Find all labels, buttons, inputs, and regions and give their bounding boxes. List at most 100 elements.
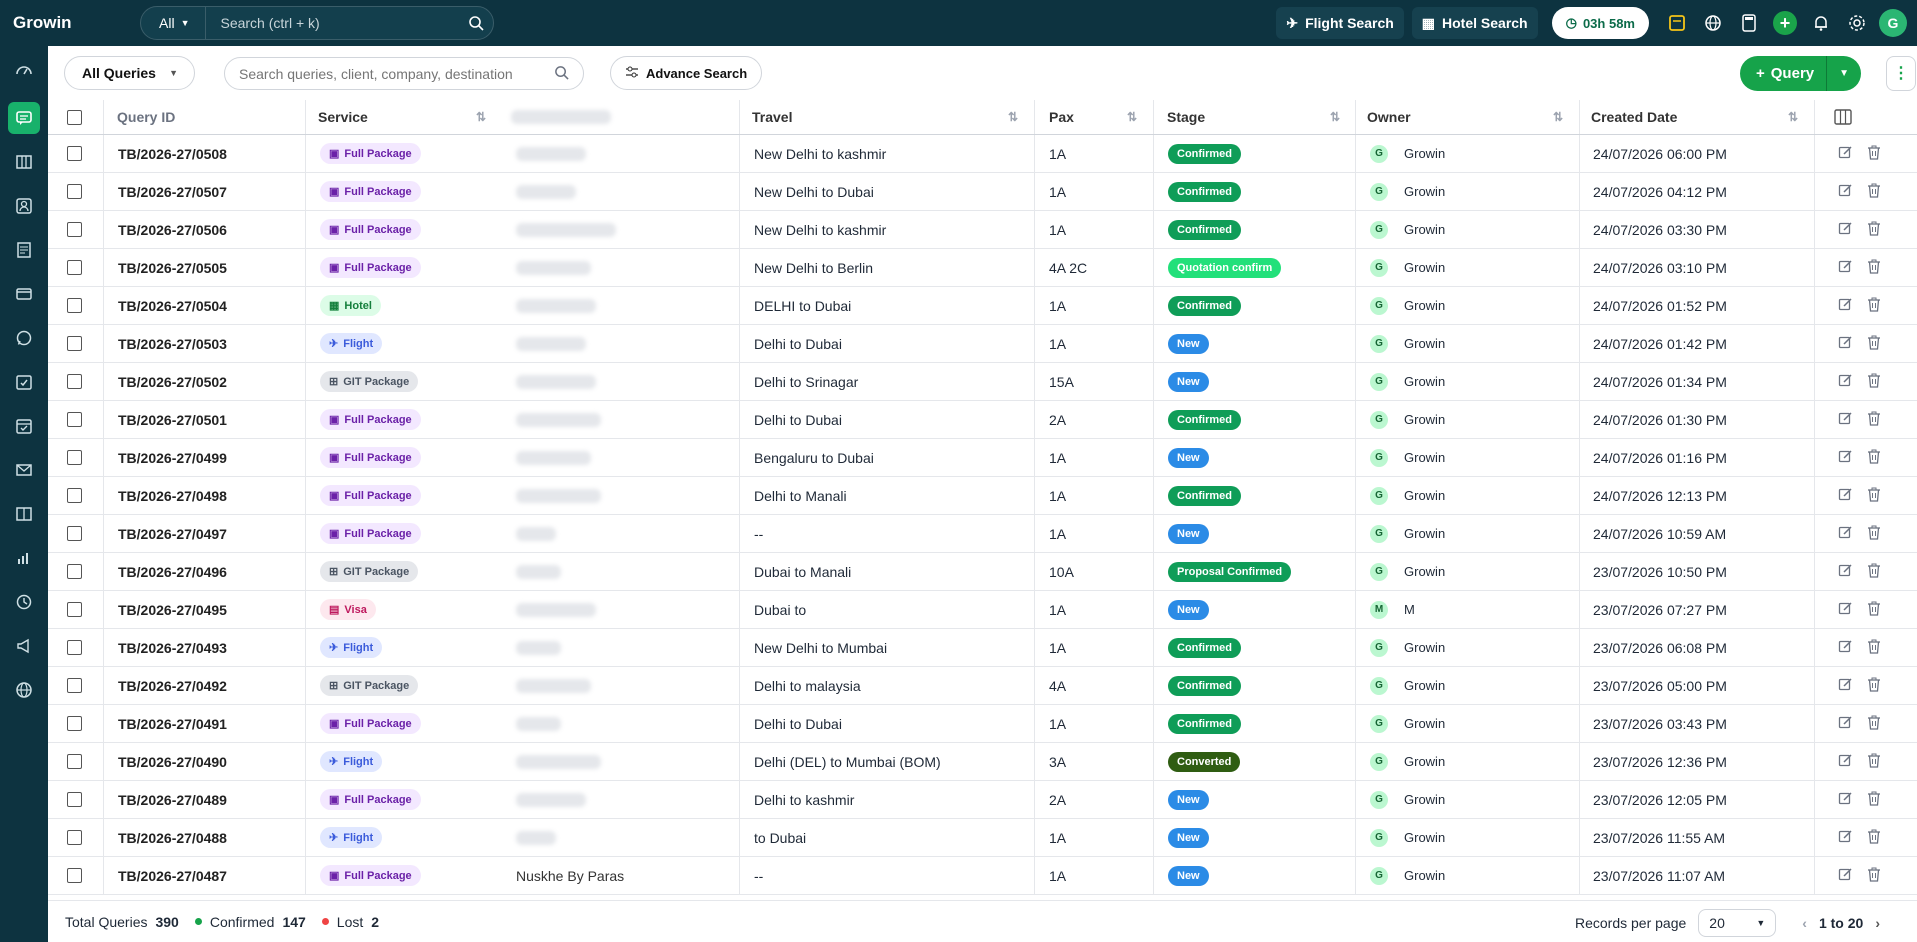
row-checkbox[interactable]: [67, 325, 82, 362]
search-icon[interactable]: [554, 65, 569, 83]
global-search[interactable]: All ▼ Search (ctrl + k): [140, 6, 494, 40]
sort-icon[interactable]: ⇅: [1788, 100, 1798, 134]
stage-badge[interactable]: New: [1168, 371, 1209, 392]
stage-badge[interactable]: Confirmed: [1168, 713, 1241, 734]
table-row[interactable]: TB/2026-27/0502 ⊞ GIT Package Delhi to Srin…: [48, 363, 1917, 401]
trash-icon[interactable]: [1867, 791, 1881, 809]
gear-icon[interactable]: [1843, 9, 1871, 37]
edit-icon[interactable]: [1838, 829, 1853, 847]
sort-icon[interactable]: ⇅: [1330, 100, 1340, 134]
table-row[interactable]: TB/2026-27/0501 ▣ Full Package Delhi to Dub…: [48, 401, 1917, 439]
brand-logo[interactable]: Growin: [0, 13, 140, 33]
edit-icon[interactable]: [1838, 715, 1853, 733]
table-row[interactable]: TB/2026-27/0507 ▣ Full Package New Delhi to…: [48, 173, 1917, 211]
row-checkbox[interactable]: [67, 819, 82, 856]
clock-icon[interactable]: [8, 586, 40, 618]
query-id[interactable]: TB/2026-27/0490: [118, 743, 227, 780]
row-checkbox[interactable]: [67, 629, 82, 666]
edit-icon[interactable]: [1838, 487, 1853, 505]
query-id[interactable]: TB/2026-27/0508: [118, 135, 227, 172]
prev-page-icon[interactable]: ‹: [1802, 915, 1807, 931]
flight-search-button[interactable]: ✈ Flight Search: [1276, 7, 1404, 39]
trash-icon[interactable]: [1867, 867, 1881, 885]
table-row[interactable]: TB/2026-27/0499 ▣ Full Package Bengaluru to…: [48, 439, 1917, 477]
query-options-dropdown[interactable]: ▼: [1827, 56, 1861, 91]
trash-icon[interactable]: [1867, 639, 1881, 657]
stage-badge[interactable]: Converted: [1168, 751, 1241, 772]
header-query-id[interactable]: Query ID: [117, 100, 175, 134]
trash-icon[interactable]: [1867, 487, 1881, 505]
edit-icon[interactable]: [1838, 525, 1853, 543]
edit-icon[interactable]: [1838, 373, 1853, 391]
edit-icon[interactable]: [1838, 411, 1853, 429]
table-row[interactable]: TB/2026-27/0489 ▣ Full Package Delhi to kas…: [48, 781, 1917, 819]
stage-badge[interactable]: Confirmed: [1168, 637, 1241, 658]
stage-badge[interactable]: New: [1168, 333, 1209, 354]
query-id[interactable]: TB/2026-27/0492: [118, 667, 227, 704]
stage-badge[interactable]: New: [1168, 447, 1209, 468]
edit-icon[interactable]: [1838, 259, 1853, 277]
row-checkbox[interactable]: [67, 249, 82, 286]
row-checkbox[interactable]: [67, 667, 82, 704]
query-id[interactable]: TB/2026-27/0498: [118, 477, 227, 514]
table-row[interactable]: TB/2026-27/0498 ▣ Full Package Delhi to Man…: [48, 477, 1917, 515]
stage-badge[interactable]: New: [1168, 523, 1209, 544]
session-timer[interactable]: ◷ 03h 58m: [1551, 7, 1649, 39]
table-row[interactable]: TB/2026-27/0487 ▣ Full Package Nuskhe By Pa…: [48, 857, 1917, 895]
row-checkbox[interactable]: [67, 781, 82, 818]
trash-icon[interactable]: [1867, 145, 1881, 163]
edit-icon[interactable]: [1838, 677, 1853, 695]
table-row[interactable]: TB/2026-27/0504 ▦ Hotel DELHI to Dubai 1A Con…: [48, 287, 1917, 325]
stage-badge[interactable]: Confirmed: [1168, 675, 1241, 696]
map-icon[interactable]: [8, 146, 40, 178]
trash-icon[interactable]: [1867, 183, 1881, 201]
edit-icon[interactable]: [1838, 601, 1853, 619]
edit-icon[interactable]: [1838, 449, 1853, 467]
mail-icon[interactable]: [8, 454, 40, 486]
header-created-date[interactable]: Created Date: [1591, 100, 1677, 134]
dashboard-icon[interactable]: [8, 54, 40, 86]
row-checkbox[interactable]: [67, 135, 82, 172]
edit-icon[interactable]: [1838, 221, 1853, 239]
row-checkbox[interactable]: [67, 401, 82, 438]
stage-badge[interactable]: Confirmed: [1168, 409, 1241, 430]
chart-icon[interactable]: [8, 542, 40, 574]
edit-icon[interactable]: [1838, 145, 1853, 163]
query-id[interactable]: TB/2026-27/0491: [118, 705, 227, 742]
stage-badge[interactable]: Proposal Confirmed: [1168, 561, 1292, 582]
whatsapp-icon[interactable]: [8, 322, 40, 354]
row-checkbox[interactable]: [67, 743, 82, 780]
stage-badge[interactable]: Confirmed: [1168, 485, 1241, 506]
stage-badge[interactable]: Confirmed: [1168, 295, 1241, 316]
records-per-page-select[interactable]: 20 ▼: [1698, 909, 1777, 937]
query-id[interactable]: TB/2026-27/0493: [118, 629, 227, 666]
stage-badge[interactable]: New: [1168, 599, 1209, 620]
stage-badge[interactable]: Confirmed: [1168, 181, 1241, 202]
globe-icon[interactable]: [8, 674, 40, 706]
search-icon[interactable]: [459, 15, 493, 31]
trash-icon[interactable]: [1867, 525, 1881, 543]
add-query-button[interactable]: + Query: [1740, 56, 1828, 91]
table-row[interactable]: TB/2026-27/0506 ▣ Full Package New Delhi to…: [48, 211, 1917, 249]
add-icon[interactable]: +: [1771, 9, 1799, 37]
table-row[interactable]: TB/2026-27/0503 ✈ Flight Delhi to Dubai 1A Ne…: [48, 325, 1917, 363]
row-checkbox[interactable]: [67, 591, 82, 628]
row-checkbox[interactable]: [67, 553, 82, 590]
search-scope-dropdown[interactable]: All ▼: [141, 7, 207, 39]
query-id[interactable]: TB/2026-27/0487: [118, 857, 227, 894]
query-id[interactable]: TB/2026-27/0501: [118, 401, 227, 438]
advance-search-button[interactable]: Advance Search: [610, 56, 762, 90]
table-row[interactable]: TB/2026-27/0493 ✈ Flight New Delhi to Mumba…: [48, 629, 1917, 667]
row-checkbox[interactable]: [67, 287, 82, 324]
globe-icon[interactable]: [1699, 9, 1727, 37]
query-id[interactable]: TB/2026-27/0497: [118, 515, 227, 552]
calculator-icon[interactable]: [1735, 9, 1763, 37]
query-id[interactable]: TB/2026-27/0489: [118, 781, 227, 818]
trash-icon[interactable]: [1867, 715, 1881, 733]
edit-icon[interactable]: [1838, 791, 1853, 809]
global-search-input[interactable]: Search (ctrl + k): [206, 15, 459, 31]
table-row[interactable]: TB/2026-27/0497 ▣ Full Package -- 1A New G Grow…: [48, 515, 1917, 553]
stage-badge[interactable]: Confirmed: [1168, 219, 1241, 240]
hotel-search-button[interactable]: ▦ Hotel Search: [1411, 7, 1538, 39]
edit-icon[interactable]: [1838, 183, 1853, 201]
